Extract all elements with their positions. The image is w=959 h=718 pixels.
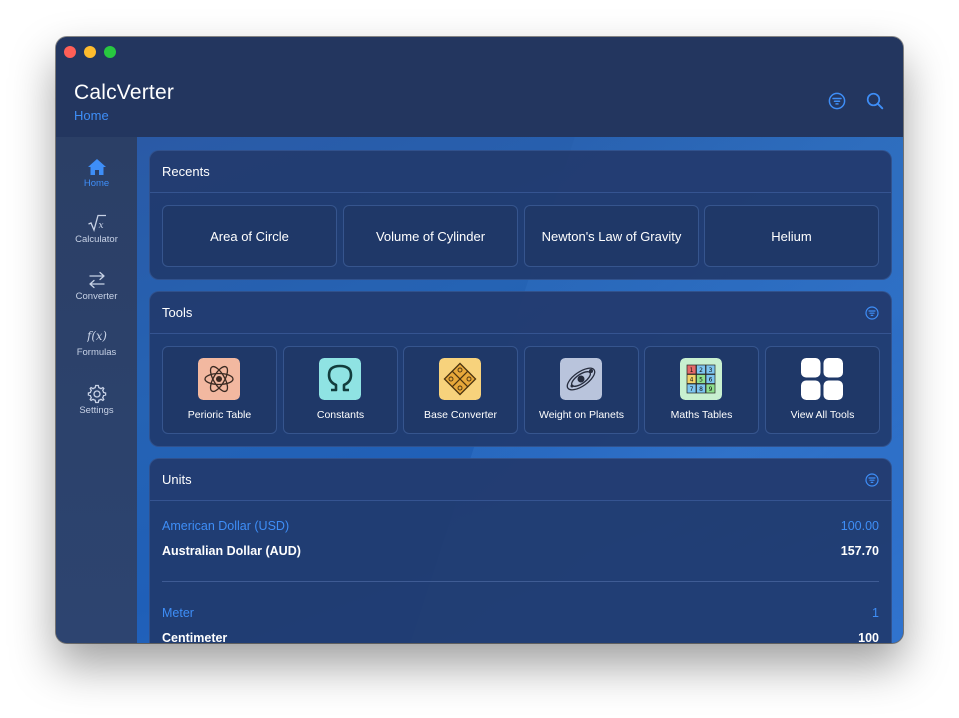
square-root-icon: x (87, 214, 106, 232)
close-window-button[interactable] (64, 46, 76, 58)
units-card: Units American Dollar (USD) 100.00 Austr… (149, 458, 892, 643)
grid-four-icon (801, 358, 843, 400)
unit-from-row[interactable]: American Dollar (USD) 100.00 (162, 519, 879, 537)
units-divider (162, 581, 879, 582)
app-window: CalcVerter Home Home x Calculator Conver… (56, 37, 903, 643)
tool-view-all-tools[interactable]: View All Tools (765, 346, 880, 434)
unit-to-value: 157.70 (840, 544, 879, 558)
unit-from-value: 1 (872, 606, 879, 620)
unit-to-row[interactable]: Australian Dollar (AUD) 157.70 (162, 544, 879, 562)
filter-circle-icon[interactable] (865, 306, 879, 320)
unit-from-row[interactable]: Meter 1 (162, 606, 879, 624)
svg-text:3: 3 (709, 367, 713, 374)
unit-to-name: Australian Dollar (AUD) (162, 544, 301, 558)
svg-text:5: 5 (699, 376, 703, 383)
base-diamond-icon (439, 358, 481, 400)
sidebar-item-converter[interactable]: Converter (56, 270, 137, 320)
svg-text:1: 1 (690, 367, 694, 374)
tool-label: Maths Tables (670, 409, 733, 421)
page-subtitle: Home (74, 108, 109, 123)
maximize-window-button[interactable] (104, 46, 116, 58)
gear-icon (87, 384, 106, 404)
house-icon (87, 159, 106, 175)
tool-base-converter[interactable]: Base Converter (403, 346, 518, 434)
units-header: Units (150, 459, 891, 501)
recent-item[interactable]: Volume of Cylinder (343, 205, 518, 267)
sidebar-item-calculator[interactable]: x Calculator (56, 213, 137, 263)
tool-periodic-table[interactable]: Perioric Table (162, 346, 277, 434)
omega-icon (319, 358, 361, 400)
unit-from-name: Meter (162, 606, 194, 620)
tools-header: Tools (150, 292, 891, 334)
tools-title: Tools (162, 305, 193, 320)
main-content: Recents Area of Circle Volume of Cylinde… (137, 137, 903, 643)
sidebar-item-label: Converter (75, 291, 118, 302)
tool-constants[interactable]: Constants (283, 346, 398, 434)
sidebar-item-formulas[interactable]: ƒ(x) Formulas (56, 326, 137, 376)
unit-to-name: Centimeter (162, 631, 228, 643)
planet-icon (560, 358, 602, 400)
tool-weight-on-planets[interactable]: Weight on Planets (524, 346, 639, 434)
function-icon: ƒ(x) (87, 329, 107, 343)
recents-header: Recents (150, 151, 891, 193)
title-bar: CalcVerter Home (56, 37, 903, 138)
unit-to-value: 100 (858, 631, 879, 643)
minimize-window-button[interactable] (84, 46, 96, 58)
svg-text:x: x (98, 221, 103, 231)
units-title: Units (162, 472, 192, 487)
sidebar-item-label: Home (83, 178, 110, 189)
svg-text:ƒ(x): ƒ(x) (87, 329, 107, 343)
svg-text:7: 7 (690, 386, 694, 393)
number-grid-icon: 1 2 3 4 5 6 7 8 9 (680, 358, 722, 400)
svg-text:8: 8 (699, 386, 703, 393)
tool-label: Constants (316, 409, 365, 421)
unit-to-row[interactable]: Centimeter 100 (162, 631, 879, 643)
recent-item[interactable]: Newton's Law of Gravity (524, 205, 699, 267)
svg-text:2: 2 (699, 367, 703, 374)
tool-label: Weight on Planets (538, 409, 625, 421)
recent-item[interactable]: Area of Circle (162, 205, 337, 267)
recent-item[interactable]: Helium (704, 205, 879, 267)
tool-label: View All Tools (790, 409, 855, 421)
svg-text:4: 4 (690, 376, 694, 383)
tool-label: Perioric Table (187, 409, 252, 421)
recents-title: Recents (162, 164, 210, 179)
sidebar: Home x Calculator Converter ƒ(x) Formula… (56, 137, 138, 643)
unit-from-name: American Dollar (USD) (162, 519, 290, 533)
filter-circle-icon[interactable] (828, 92, 846, 110)
tools-card: Tools Perioric Table Constants Base Conv… (149, 291, 892, 447)
sidebar-item-label: Calculator (75, 234, 118, 245)
arrows-left-right-icon (88, 271, 105, 289)
tool-label: Base Converter (424, 409, 497, 421)
tool-maths-tables[interactable]: 1 2 3 4 5 6 7 8 9 Maths Tables (644, 346, 759, 434)
atom-icon (198, 358, 240, 400)
search-icon[interactable] (866, 92, 884, 110)
recents-card: Recents Area of Circle Volume of Cylinde… (149, 150, 892, 280)
app-title: CalcVerter (74, 81, 175, 104)
svg-text:9: 9 (709, 386, 713, 393)
unit-from-value: 100.00 (840, 519, 879, 533)
svg-text:6: 6 (709, 376, 713, 383)
sidebar-item-label: Formulas (76, 347, 117, 358)
sidebar-item-label: Settings (79, 405, 114, 416)
sidebar-item-home[interactable]: Home (56, 157, 137, 207)
filter-circle-icon[interactable] (865, 473, 879, 487)
sidebar-item-settings[interactable]: Settings (56, 384, 137, 434)
